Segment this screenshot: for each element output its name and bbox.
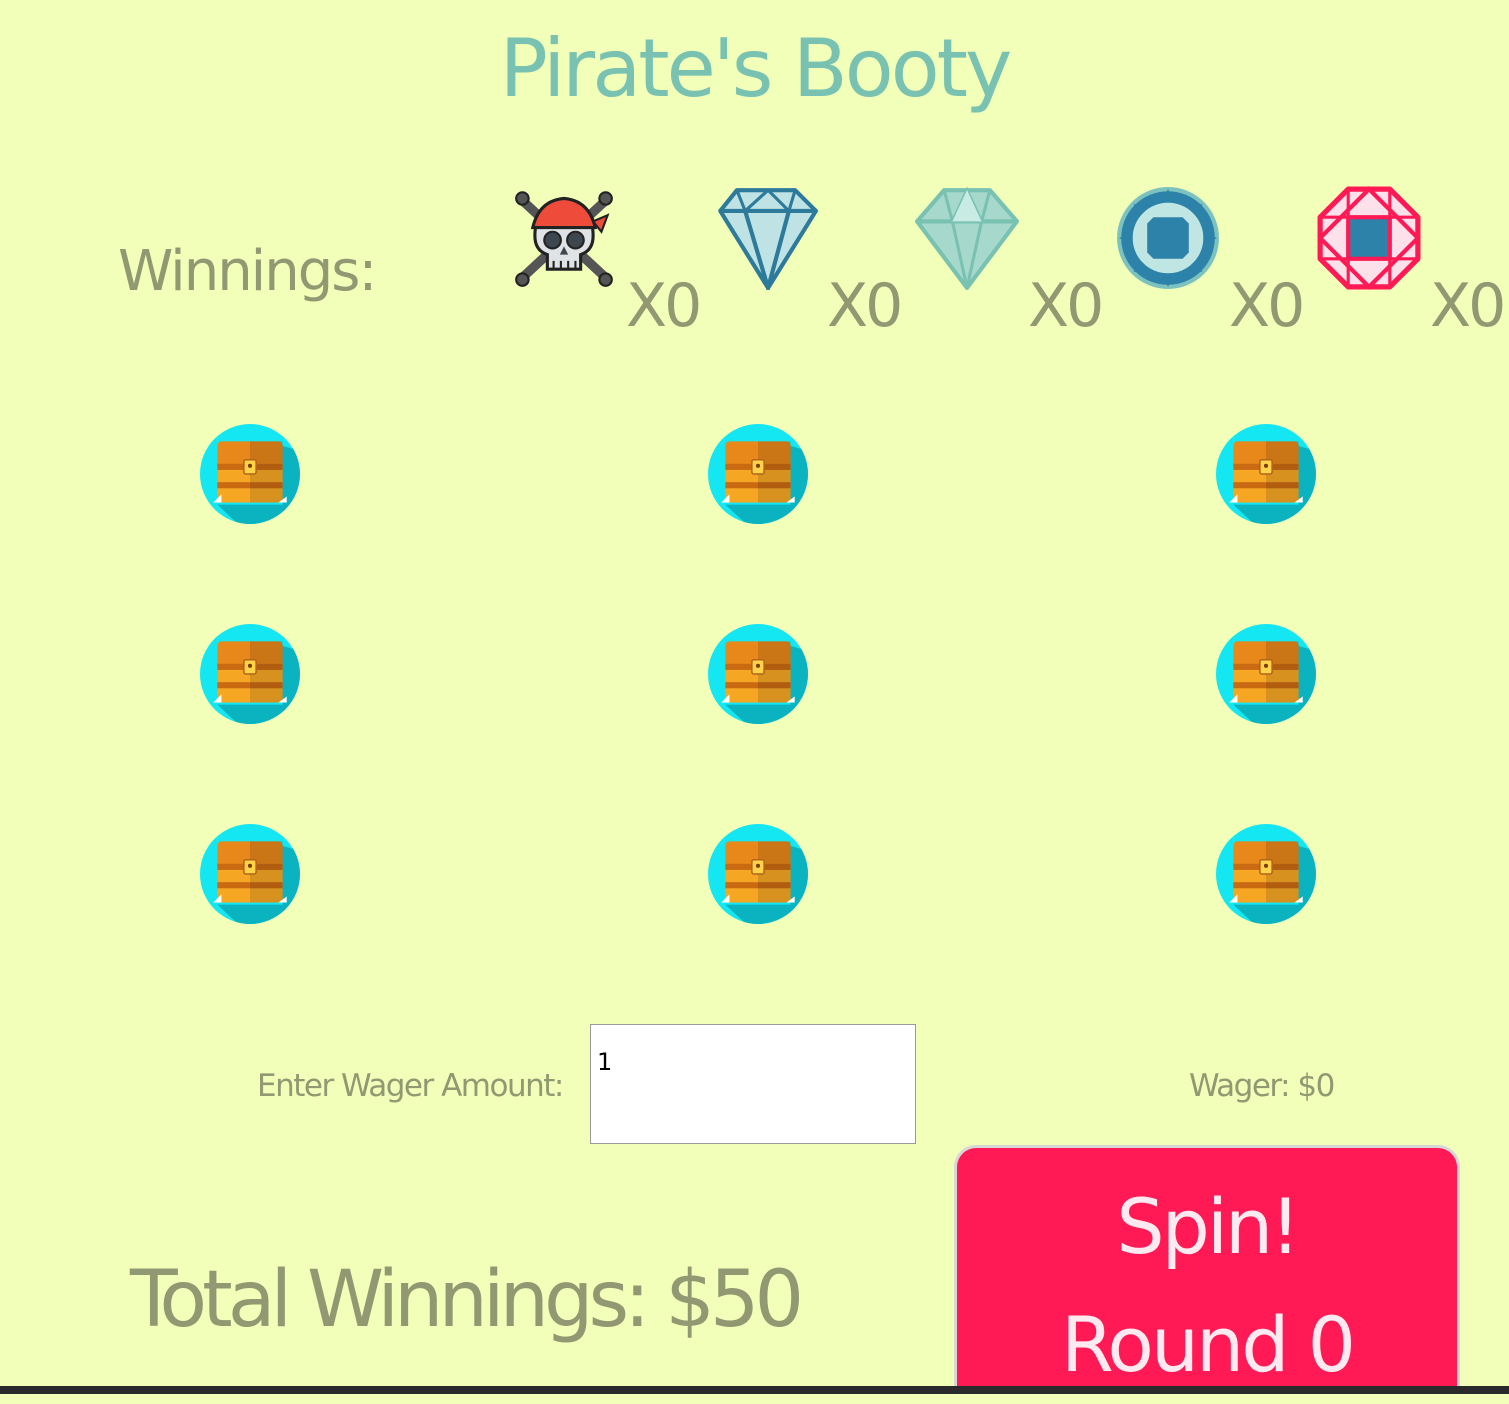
treasure-chest-icon [1215, 623, 1317, 725]
wager-input[interactable] [590, 1024, 916, 1144]
treasure-chest-icon [199, 623, 301, 725]
blue-diamond-icon [714, 186, 818, 290]
treasure-chest-icon [199, 823, 301, 925]
red-octagon-gem-icon [1317, 186, 1421, 290]
treasure-chest-icon [707, 623, 809, 725]
game-title: Pirate's Booty [499, 22, 1013, 115]
current-wager: Wager: $0 [1189, 1068, 1335, 1104]
treasure-chest-icon [199, 423, 301, 525]
treasure-chest-icon [1215, 823, 1317, 925]
wager-input-label: Enter Wager Amount: [257, 1068, 564, 1104]
blue-diamond-multiplier: X0 [827, 271, 903, 341]
teal-diamond-multiplier: X0 [1028, 271, 1104, 341]
teal-diamond-icon [915, 186, 1019, 290]
spin-label: Spin! [1116, 1182, 1300, 1271]
total-winnings: Total Winnings: $50 [130, 1255, 804, 1345]
treasure-chest-icon [1215, 423, 1317, 525]
treasure-chest-icon [707, 423, 809, 525]
winnings-label: Winnings: [118, 239, 377, 304]
skull-multiplier: X0 [626, 271, 702, 341]
blue-round-gem-multiplier: X0 [1229, 271, 1305, 341]
pirate-skull-icon [512, 186, 616, 290]
red-octagon-gem-multiplier: X0 [1430, 271, 1506, 341]
window-bottom-edge [0, 1386, 1509, 1394]
blue-round-gem-icon [1116, 186, 1220, 290]
treasure-chest-icon [707, 823, 809, 925]
spin-button[interactable]: Spin! Round 0 [954, 1145, 1460, 1394]
